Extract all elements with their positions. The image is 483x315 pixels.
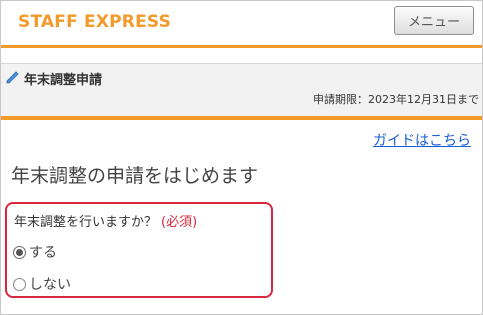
radio-unselected-icon[interactable] — [13, 277, 26, 291]
app-window: STAFF EXPRESS メニュー 年末調整申請 申請期限：2023年12月3… — [0, 0, 483, 315]
guide-link[interactable]: ガイドはこちら — [373, 130, 471, 150]
brand-logo[interactable]: STAFF EXPRESS — [18, 12, 171, 32]
year-end-adjustment-question: 年末調整を行いますか？ (必須) する しない — [5, 202, 273, 298]
question-text: 年末調整を行いますか？ — [14, 215, 158, 230]
radio-selected-icon[interactable] — [13, 245, 26, 259]
option-do-not-label: しない — [29, 277, 71, 293]
app-header: STAFF EXPRESS メニュー — [1, 1, 482, 48]
question-label: 年末調整を行いますか？ (必須) — [14, 211, 197, 230]
option-do-label: する — [29, 245, 57, 261]
page-title: 年末調整申請 — [24, 73, 103, 88]
form-heading: 年末調整の申請をはじめます — [11, 165, 259, 187]
option-do[interactable]: する — [13, 242, 57, 262]
page-header: 年末調整申請 申請期限：2023年12月31日まで — [1, 63, 482, 120]
pencil-icon — [6, 71, 19, 84]
required-label: (必須) — [161, 215, 198, 230]
menu-button[interactable]: メニュー — [394, 6, 474, 35]
option-do-not[interactable]: しない — [13, 274, 71, 294]
application-deadline: 申請期限：2023年12月31日まで — [313, 93, 479, 106]
